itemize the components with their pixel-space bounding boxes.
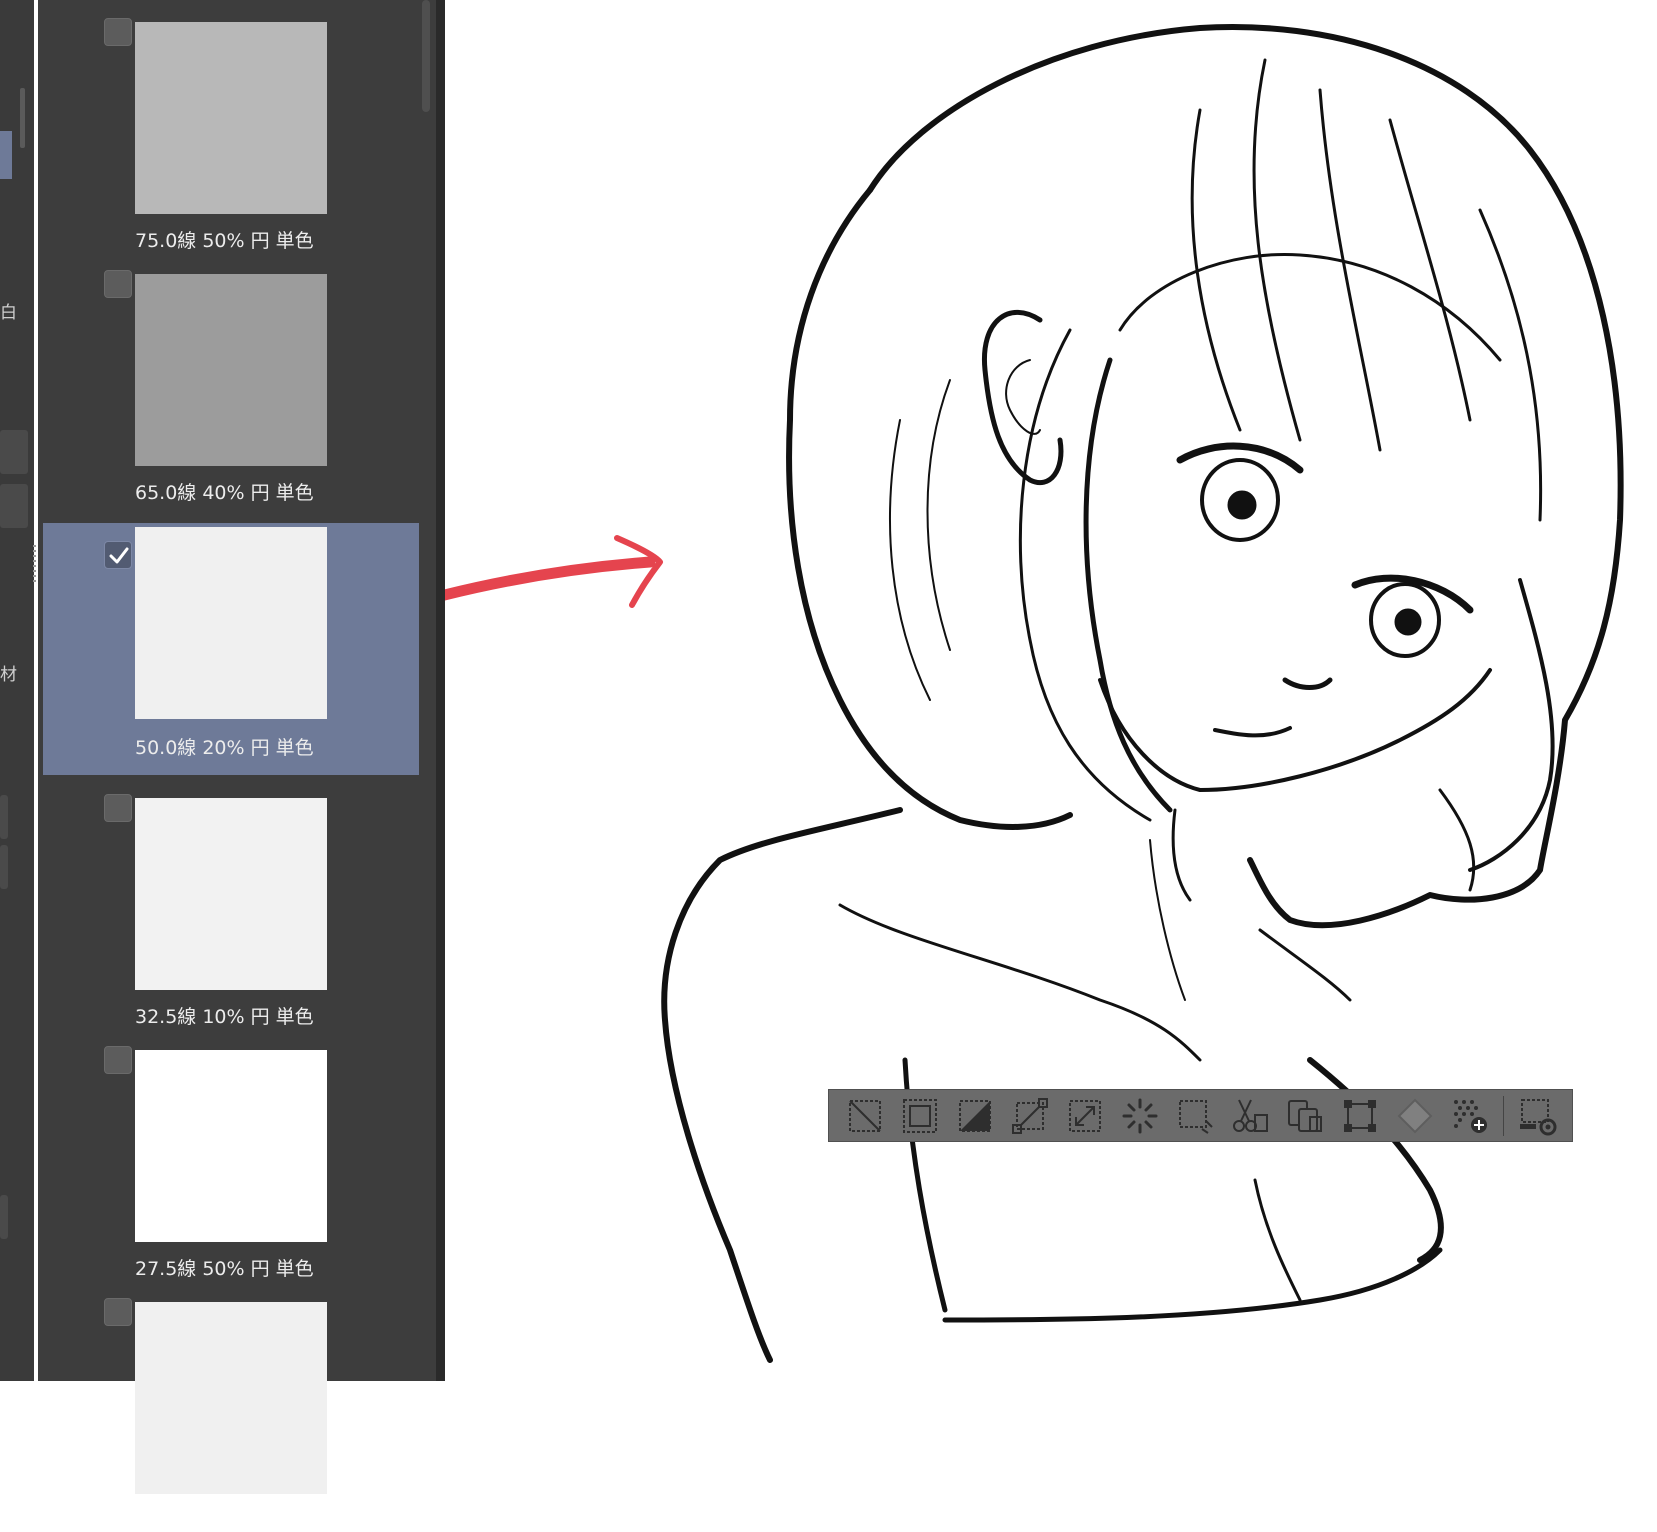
material-tile[interactable]: 32.5線 10% 円 単色 xyxy=(43,776,419,1028)
panel-resize-handle[interactable] xyxy=(33,545,36,585)
material-panel: 75.0線 50% 円 単色 65.0線 40% 円 単色 50.0線 20% … xyxy=(38,0,436,1494)
tone-thumbnail[interactable] xyxy=(135,22,327,214)
left-panel-button[interactable] xyxy=(0,845,8,889)
chest-center xyxy=(1253,1178,1302,1302)
material-panel-scrollbar[interactable] xyxy=(422,0,430,112)
material-checkbox[interactable] xyxy=(104,1298,132,1326)
left-panel-selected-item[interactable] xyxy=(0,131,12,179)
expand-selection-icon xyxy=(1011,1097,1048,1134)
hair-strand xyxy=(1252,58,1302,442)
left-panel-button[interactable] xyxy=(0,795,8,839)
shrink-selection-icon xyxy=(1068,1099,1101,1132)
material-tile[interactable] xyxy=(43,1280,419,1532)
eye-left-pupil xyxy=(1227,490,1257,520)
torso-bottom xyxy=(942,1247,1443,1323)
left-panel-strip: 白 材 xyxy=(0,0,36,1381)
hair-strand xyxy=(1388,118,1472,422)
tone-thumbnail[interactable] xyxy=(135,1302,327,1494)
material-label: 27.5線 50% 円 単色 xyxy=(135,1258,314,1280)
panel-divider xyxy=(436,0,445,1381)
launcher-settings-button[interactable] xyxy=(1510,1091,1565,1140)
selection-area-button[interactable] xyxy=(1167,1091,1222,1140)
material-label: 65.0線 40% 円 単色 xyxy=(135,482,314,504)
hair-strand xyxy=(889,419,931,701)
material-label: 75.0線 50% 円 単色 xyxy=(135,230,314,252)
hair-strand xyxy=(1083,357,1173,813)
material-tile[interactable]: 75.0線 50% 円 単色 xyxy=(43,0,419,252)
hair-right-back xyxy=(1438,788,1476,892)
ear xyxy=(981,309,1064,485)
deselect-icon xyxy=(848,1099,881,1132)
clear-outside-icon xyxy=(1397,1098,1432,1133)
left-panel-button[interactable] xyxy=(0,430,28,474)
clear-outside-button[interactable] xyxy=(1387,1091,1442,1140)
material-tile-selected[interactable]: 50.0線 20% 円 単色 xyxy=(43,523,419,775)
material-tile[interactable]: 65.0線 40% 円 単色 xyxy=(43,252,419,504)
drawing-canvas[interactable] xyxy=(445,0,1657,1381)
material-checkbox[interactable] xyxy=(104,18,132,46)
selection-area-icon xyxy=(1178,1099,1213,1134)
checkmark-icon xyxy=(109,547,129,564)
collarbone xyxy=(838,903,1202,1062)
select-all-icon xyxy=(1122,1098,1157,1133)
neck-line xyxy=(1171,808,1192,902)
hair-left-outline xyxy=(786,187,1073,830)
selection-launcher xyxy=(828,1089,1573,1142)
tone-thumbnail[interactable] xyxy=(135,798,327,990)
hair-strand xyxy=(926,379,951,651)
select-all-button[interactable] xyxy=(1112,1091,1167,1140)
material-checkbox[interactable] xyxy=(104,794,132,822)
cut-paste-icon xyxy=(1232,1099,1268,1132)
hair-strand xyxy=(1018,328,1152,822)
left-panel-glyph: 材 xyxy=(0,665,17,685)
face-jaw xyxy=(1098,668,1492,792)
left-panel-glyph: 白 xyxy=(0,303,17,323)
tone-thumbnail[interactable] xyxy=(135,274,327,466)
cut-paste-button[interactable] xyxy=(1222,1091,1277,1140)
hair-outline xyxy=(867,24,1624,929)
material-tile[interactable]: 27.5線 50% 円 単色 xyxy=(43,1028,419,1280)
expand-selection-button[interactable] xyxy=(1002,1091,1057,1140)
fill-selection-button[interactable] xyxy=(947,1091,1002,1140)
tone-thumbnail[interactable] xyxy=(135,1050,327,1242)
annotation-arrow xyxy=(445,535,663,608)
hair-right-back xyxy=(1468,578,1555,872)
new-tone-icon xyxy=(1453,1099,1487,1133)
neck-hollow xyxy=(1149,839,1186,1001)
collarbone xyxy=(1258,928,1352,1002)
invert-selection-icon xyxy=(902,1098,937,1133)
left-panel-scrollbar[interactable] xyxy=(20,88,25,148)
copy-paste-icon xyxy=(1287,1099,1322,1132)
transform-button[interactable] xyxy=(1332,1091,1387,1140)
shoulder-left xyxy=(661,807,903,1363)
fill-selection-icon xyxy=(958,1099,991,1132)
mouth xyxy=(1213,726,1292,738)
left-panel-button[interactable] xyxy=(0,1195,8,1239)
nose xyxy=(1282,677,1333,690)
toolbar-separator xyxy=(1503,1095,1504,1136)
deselect-button[interactable] xyxy=(837,1091,892,1140)
material-checkbox[interactable] xyxy=(104,541,132,569)
material-checkbox[interactable] xyxy=(104,270,132,298)
tone-thumbnail[interactable] xyxy=(135,527,327,719)
copy-paste-button[interactable] xyxy=(1277,1091,1332,1140)
invert-selection-button[interactable] xyxy=(892,1091,947,1140)
eye-right-pupil xyxy=(1394,608,1422,636)
launcher-settings-icon xyxy=(1519,1098,1556,1135)
material-label: 50.0線 20% 円 単色 xyxy=(135,737,314,759)
hair-strand xyxy=(1478,208,1543,522)
material-label: 32.5線 10% 円 単色 xyxy=(135,1006,314,1028)
new-tone-button[interactable] xyxy=(1442,1091,1497,1140)
shrink-selection-button[interactable] xyxy=(1057,1091,1112,1140)
left-panel-button[interactable] xyxy=(0,484,28,528)
transform-icon xyxy=(1343,1099,1376,1132)
material-checkbox[interactable] xyxy=(104,1046,132,1074)
